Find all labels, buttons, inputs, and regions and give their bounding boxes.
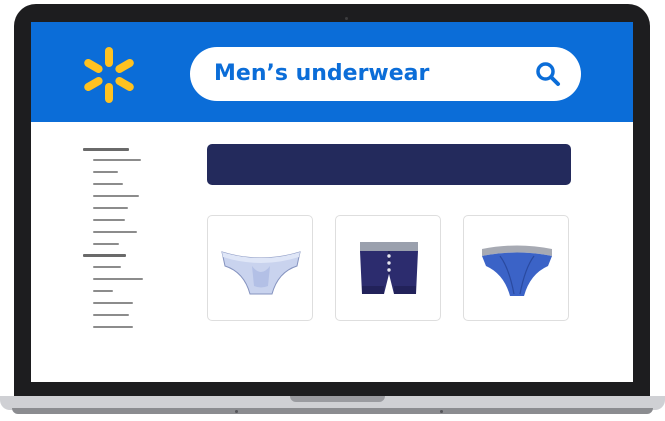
filter-option[interactable] bbox=[93, 290, 113, 292]
filter-option[interactable] bbox=[93, 314, 129, 316]
blue-briefs-icon bbox=[482, 245, 552, 296]
filter-option[interactable] bbox=[93, 326, 133, 328]
filter-heading bbox=[83, 148, 129, 151]
filter-option[interactable] bbox=[93, 231, 137, 233]
search-icon[interactable] bbox=[535, 61, 561, 87]
promo-banner[interactable] bbox=[207, 144, 571, 185]
navy-boxer-briefs-icon bbox=[360, 242, 418, 294]
filter-option[interactable] bbox=[93, 171, 118, 173]
filter-option[interactable] bbox=[93, 266, 121, 268]
filter-option[interactable] bbox=[93, 278, 143, 280]
filter-sidebar bbox=[83, 142, 163, 332]
white-briefs-icon bbox=[221, 251, 301, 295]
laptop-foot bbox=[235, 410, 238, 413]
laptop-illustration: Men’s underwear bbox=[0, 0, 665, 421]
search-input[interactable]: Men’s underwear bbox=[214, 58, 429, 90]
filter-option[interactable] bbox=[93, 302, 133, 304]
product-card[interactable] bbox=[335, 215, 441, 321]
webcam bbox=[345, 17, 348, 20]
laptop-base-shadow bbox=[12, 408, 653, 414]
laptop-foot bbox=[440, 410, 443, 413]
filter-option[interactable] bbox=[93, 159, 141, 161]
laptop-hinge-notch bbox=[290, 396, 385, 402]
laptop-screen: Men’s underwear bbox=[31, 22, 633, 382]
filter-option[interactable] bbox=[93, 195, 139, 197]
filter-option[interactable] bbox=[93, 243, 119, 245]
filter-option[interactable] bbox=[93, 219, 125, 221]
site-header: Men’s underwear bbox=[31, 22, 633, 122]
product-card[interactable] bbox=[463, 215, 569, 321]
walmart-spark-icon[interactable] bbox=[79, 45, 139, 105]
filter-heading bbox=[83, 254, 126, 257]
search-bar[interactable]: Men’s underwear bbox=[190, 47, 581, 101]
product-card[interactable] bbox=[207, 215, 313, 321]
filter-option[interactable] bbox=[93, 183, 123, 185]
filter-option[interactable] bbox=[93, 207, 128, 209]
